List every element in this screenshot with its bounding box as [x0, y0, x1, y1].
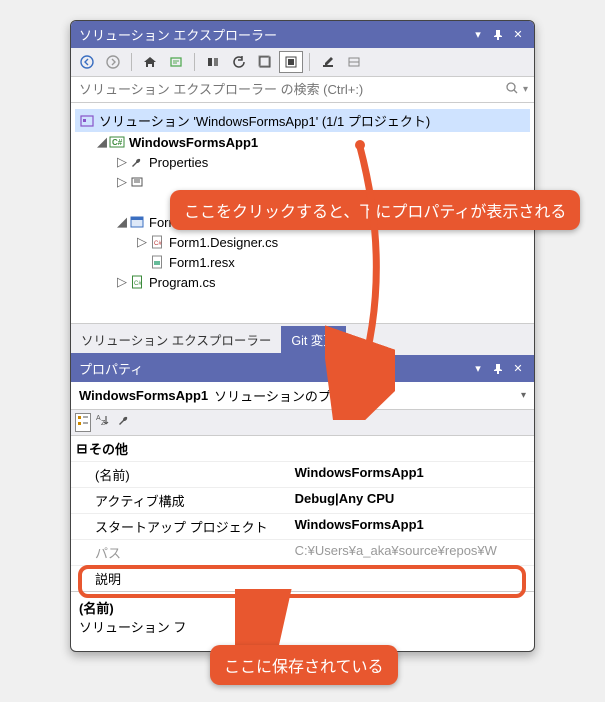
tree-references[interactable]: ▷ [75, 172, 530, 192]
solution-node[interactable]: ソリューション 'WindowsFormsApp1' (1/1 プロジェクト) [75, 109, 530, 132]
alphabetical-icon[interactable]: AZ [95, 413, 109, 432]
forward-icon[interactable] [101, 51, 125, 73]
explorer-search-bar[interactable]: ▾ [71, 77, 534, 103]
search-icon[interactable] [505, 81, 519, 98]
tree-label: Program.cs [149, 275, 215, 290]
csproject-icon: C# [109, 134, 125, 150]
properties-toolbar: AZ [71, 410, 534, 436]
wrench-icon [129, 154, 145, 170]
expand-icon[interactable]: ▷ [115, 274, 129, 290]
callout-top: ここをクリックすると、下にプロパティが表示される [170, 190, 580, 230]
prop-key: 説明 [71, 566, 289, 591]
solution-explorer-title: ソリューション エクスプローラー [79, 25, 277, 44]
prop-key: パス [71, 540, 289, 565]
tree-label: WindowsFormsApp1 [129, 135, 258, 150]
properties-icon[interactable] [316, 51, 340, 73]
expand-icon[interactable]: ◢ [95, 134, 109, 150]
prop-key: アクティブ構成 [71, 488, 289, 513]
solution-explorer-title-bar: ソリューション エクスプローラー ▾ ✕ [71, 21, 534, 48]
solution-label: ソリューション 'WindowsFormsApp1' (1/1 プロジェクト) [99, 111, 430, 130]
search-input[interactable] [77, 81, 505, 98]
prop-row-description[interactable]: 説明 [71, 565, 534, 591]
csfile-icon: C# [149, 234, 165, 250]
resx-icon [149, 254, 165, 270]
expand-icon[interactable]: ▷ [135, 234, 149, 250]
properties-description-pane: (名前) ソリューション フ [71, 591, 534, 651]
explorer-toolbar [71, 48, 534, 77]
prop-key: (名前) [71, 462, 289, 487]
tree-label: Properties [149, 155, 208, 170]
prop-value[interactable]: C:¥Users¥a_aka¥source¥repos¥W [289, 540, 534, 565]
svg-text:C#: C# [134, 281, 142, 287]
tree-form1-designer[interactable]: ▷ C# Form1.Designer.cs [75, 232, 530, 252]
prop-desc-title: (名前) [79, 601, 114, 616]
properties-target[interactable]: WindowsFormsApp1 ソリューションのプロパティ ▾ [71, 382, 534, 410]
svg-text:C#: C# [112, 138, 123, 147]
back-icon[interactable] [75, 51, 99, 73]
references-icon [129, 174, 145, 190]
tree-project[interactable]: ◢ C# WindowsFormsApp1 [75, 132, 530, 152]
wrench-icon[interactable] [117, 413, 131, 432]
prop-row-startup[interactable]: スタートアップ プロジェクト WindowsFormsApp1 [71, 513, 534, 539]
prop-key: スタートアップ プロジェクト [71, 514, 289, 539]
tree-properties[interactable]: ▷ Properties [75, 152, 530, 172]
expand-icon[interactable]: ▷ [115, 174, 129, 190]
refresh-icon[interactable] [227, 51, 251, 73]
preview-icon[interactable] [342, 51, 366, 73]
properties-title-bar: プロパティ ▾ ✕ [71, 355, 534, 382]
sync-icon[interactable] [201, 51, 225, 73]
prop-category-label: その他 [89, 439, 128, 458]
prop-row-active-config[interactable]: アクティブ構成 Debug|Any CPU [71, 487, 534, 513]
panel-menu-icon[interactable]: ▾ [470, 27, 486, 43]
tab-git-changes[interactable]: Git 変更 [281, 326, 345, 355]
expand-icon[interactable]: ◢ [115, 214, 129, 230]
home-icon[interactable] [138, 51, 162, 73]
tree-label: Form1.resx [169, 255, 235, 270]
tree-label: Form1.Designer.cs [169, 235, 278, 250]
close-icon[interactable]: ✕ [510, 361, 526, 377]
prop-row-path[interactable]: パス C:¥Users¥a_aka¥source¥repos¥W [71, 539, 534, 565]
prop-desc-text: ソリューション フ [79, 620, 186, 635]
prop-category[interactable]: ⊟ その他 [71, 436, 534, 461]
properties-target-name: WindowsFormsApp1 [79, 388, 208, 403]
prop-value[interactable]: WindowsFormsApp1 [289, 462, 534, 487]
prop-value[interactable]: Debug|Any CPU [289, 488, 534, 513]
solution-icon [79, 113, 95, 129]
svg-text:C#: C# [154, 241, 162, 247]
tab-solution-explorer[interactable]: ソリューション エクスプローラー [71, 326, 281, 355]
properties-title: プロパティ [79, 359, 143, 378]
categorized-icon[interactable] [75, 413, 91, 432]
pin-icon[interactable] [490, 361, 506, 377]
chevron-down-icon[interactable]: ▾ [521, 390, 526, 401]
show-all-icon[interactable] [279, 51, 303, 73]
tree-program[interactable]: ▷ C# Program.cs [75, 272, 530, 292]
properties-target-kind: ソリューションのプロパティ [214, 386, 382, 405]
scope-icon[interactable] [164, 51, 188, 73]
collapse-icon[interactable]: ⊟ [75, 441, 89, 457]
pin-icon[interactable] [490, 27, 506, 43]
panel-menu-icon[interactable]: ▾ [470, 361, 486, 377]
prop-value[interactable] [289, 566, 534, 591]
prop-value[interactable]: WindowsFormsApp1 [289, 514, 534, 539]
properties-grid: ⊟ その他 (名前) WindowsFormsApp1 アクティブ構成 Debu… [71, 436, 534, 591]
form-icon [129, 214, 145, 230]
collapse-icon[interactable] [253, 51, 277, 73]
prop-row-name[interactable]: (名前) WindowsFormsApp1 [71, 461, 534, 487]
callout-bottom: ここに保存されている [210, 645, 398, 685]
explorer-tab-bar: ソリューション エクスプローラー Git 変更 [71, 323, 534, 355]
tree-form1-resx[interactable]: Form1.resx [75, 252, 530, 272]
close-icon[interactable]: ✕ [510, 27, 526, 43]
search-dropdown-icon[interactable]: ▾ [523, 84, 528, 95]
csfile-icon: C# [129, 274, 145, 290]
expand-icon[interactable]: ▷ [115, 154, 129, 170]
